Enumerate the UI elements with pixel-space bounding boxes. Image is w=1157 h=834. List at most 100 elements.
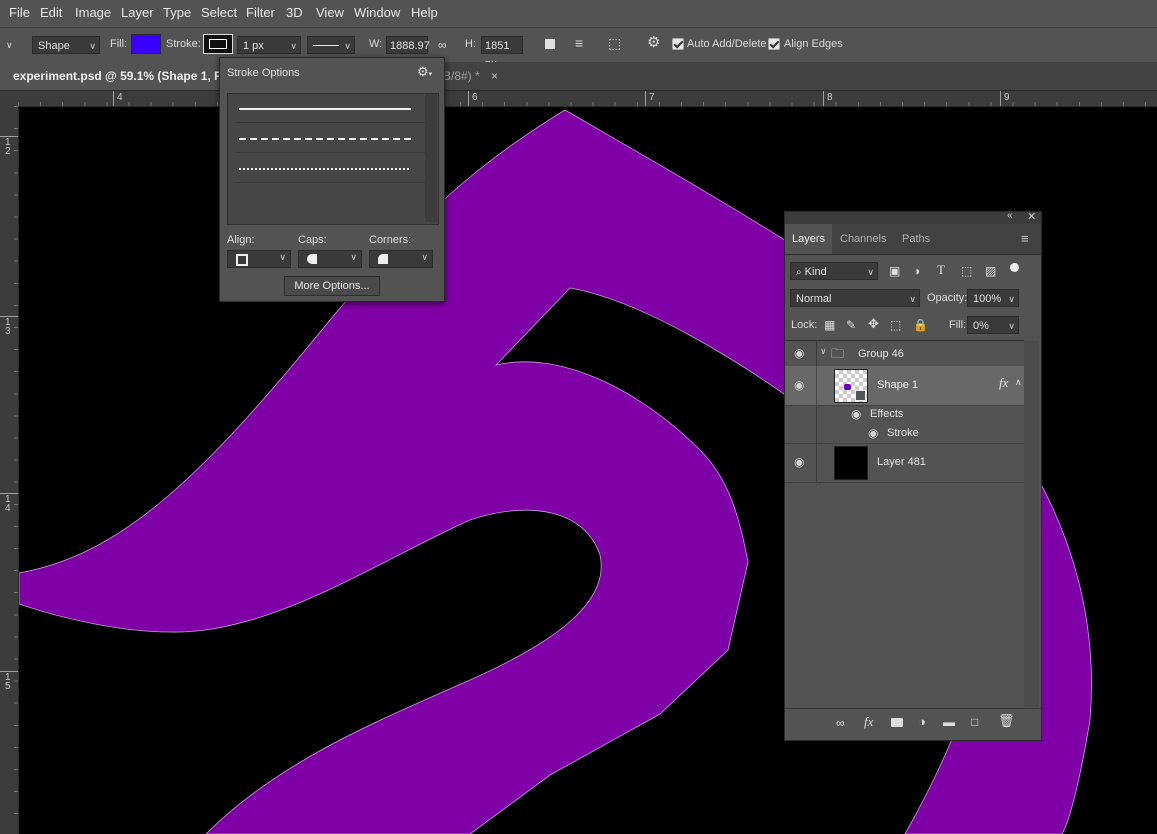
gear-icon[interactable]: ⚙ xyxy=(647,35,660,51)
ruler-label: 6 xyxy=(472,92,478,103)
horizontal-ruler[interactable]: 4 5 6 7 8 9 xyxy=(18,91,1157,107)
layer-filter-select[interactable]: ⌕ Kind ∨ xyxy=(790,262,878,280)
link-icon[interactable]: ∞ xyxy=(438,37,447,53)
filter-shape-icon[interactable]: ⬚ xyxy=(961,263,972,279)
layer-thumbnail xyxy=(834,446,868,480)
menu-3d[interactable]: 3D xyxy=(286,5,303,20)
solid-line-icon xyxy=(313,45,339,46)
link-layers-icon[interactable]: ∞ xyxy=(836,715,845,731)
chevron-down-icon: ∨ xyxy=(89,41,96,51)
stroke-presets-scrollbar[interactable] xyxy=(425,94,437,222)
more-options-button[interactable]: More Options... xyxy=(284,276,380,296)
filter-adjustment-icon[interactable]: ◑ xyxy=(913,263,920,279)
new-adjustment-layer-icon[interactable]: ◑ xyxy=(918,714,926,730)
opacity-label: Opacity: xyxy=(927,292,968,304)
corners-select[interactable]: ∨ xyxy=(369,250,433,268)
opacity-field[interactable]: 100% ∨ xyxy=(967,289,1019,307)
align-inside-icon xyxy=(236,254,248,266)
visibility-eye-icon[interactable]: ◉ xyxy=(868,426,878,440)
close-tab-icon[interactable]: × xyxy=(491,69,498,83)
stroke-options-popup: Stroke Options ⚙▾ Align: Caps: Corners: … xyxy=(219,57,445,302)
filter-type-icon[interactable]: T xyxy=(937,262,945,278)
menu-select[interactable]: Select xyxy=(201,5,237,20)
delete-layer-icon[interactable]: 🗑 xyxy=(998,713,1015,729)
lock-pixels-icon[interactable]: ✎ xyxy=(846,317,856,333)
ruler-origin[interactable] xyxy=(0,91,19,107)
menu-layer[interactable]: Layer xyxy=(121,5,154,20)
stroke-width-field[interactable]: 1 px ∨ xyxy=(237,36,301,54)
add-layer-style-icon[interactable]: fx xyxy=(864,714,873,730)
layer-row-shape[interactable]: ◉ Shape 1 fx ∧ xyxy=(785,366,1024,406)
height-label: H: xyxy=(465,38,476,50)
visibility-eye-icon[interactable]: ◉ xyxy=(794,455,804,469)
menu-view[interactable]: View xyxy=(316,5,344,20)
visibility-eye-icon[interactable]: ◉ xyxy=(851,407,861,421)
visibility-eye-icon[interactable]: ◉ xyxy=(794,346,804,360)
lock-all-icon[interactable]: 🔒 xyxy=(913,317,928,333)
visibility-eye-icon[interactable]: ◉ xyxy=(794,378,804,392)
panel-menu-icon[interactable]: ≡ xyxy=(1021,231,1029,246)
tab-paths[interactable]: Paths xyxy=(902,224,930,254)
tool-preset-chevron-icon[interactable]: ∨ xyxy=(6,37,13,53)
close-icon[interactable]: ✕ xyxy=(1027,210,1036,223)
gear-icon[interactable]: ⚙▾ xyxy=(417,64,432,80)
collapse-panel-icon[interactable]: « xyxy=(1007,210,1013,221)
auto-add-delete-checkbox[interactable] xyxy=(672,38,684,50)
path-operations-icon[interactable] xyxy=(545,39,555,49)
path-arrangement-icon[interactable]: ⬚ xyxy=(608,35,621,51)
tab-experiment[interactable]: experiment.psd @ 59.1% (Shape 1, RGB, xyxy=(0,62,220,90)
tab-channels[interactable]: Channels xyxy=(840,224,886,254)
align-edges-checkbox[interactable] xyxy=(768,38,780,50)
chevron-down-icon: ∨ xyxy=(344,41,351,51)
lock-transparent-icon[interactable]: ▦ xyxy=(824,317,835,333)
fill-swatch[interactable] xyxy=(131,34,161,54)
stroke-preset-dashed[interactable] xyxy=(236,124,426,153)
lock-artboard-icon[interactable]: ⬚ xyxy=(890,317,901,333)
stroke-label: Stroke: xyxy=(166,38,201,50)
filter-toggle-icon[interactable] xyxy=(1010,263,1019,272)
layer-effects-icon[interactable]: fx xyxy=(999,375,1008,391)
vertical-ruler[interactable]: 1 2 1 3 1 4 1 5 xyxy=(0,106,19,834)
menu-image[interactable]: Image xyxy=(75,5,111,20)
stroke-type-select[interactable]: ∨ xyxy=(307,36,355,54)
menu-help[interactable]: Help xyxy=(411,5,438,20)
new-layer-icon[interactable]: □ xyxy=(971,714,978,730)
layer-row-481[interactable]: ◉ Layer 481 xyxy=(785,443,1024,483)
menu-window[interactable]: Window xyxy=(354,5,400,20)
tab-layers[interactable]: Layers xyxy=(785,224,832,254)
path-alignment-icon[interactable]: ≡ xyxy=(575,35,583,51)
layer-list-scrollbar[interactable] xyxy=(1024,341,1039,707)
caps-select[interactable]: ∨ xyxy=(298,250,362,268)
fill-label: Fill: xyxy=(110,38,128,50)
fill-field[interactable]: 0% ∨ xyxy=(967,316,1019,334)
blend-mode-select[interactable]: Normal ∨ xyxy=(790,289,920,307)
width-field[interactable]: 1888.97 xyxy=(386,36,430,54)
stroke-preset-solid[interactable] xyxy=(236,94,426,123)
ruler-label: 4 xyxy=(117,92,123,103)
new-group-icon[interactable]: ▬ xyxy=(943,714,955,730)
chevron-down-icon: ∨ xyxy=(909,294,916,304)
stroke-preset-dotted[interactable] xyxy=(236,154,426,183)
menu-filter[interactable]: Filter xyxy=(246,5,275,20)
layer-row-group[interactable]: ◉ ∨ 🗀 Group 46 xyxy=(785,341,1024,367)
menu-edit[interactable]: Edit xyxy=(40,5,62,20)
lock-label: Lock: xyxy=(791,319,818,331)
chevron-down-icon: ∨ xyxy=(279,252,286,262)
stroke-effect-row[interactable]: ◉ Stroke xyxy=(785,424,1024,444)
effects-row[interactable]: ◉ Effects xyxy=(785,405,1024,443)
shape-layer-badge-icon xyxy=(855,390,866,401)
filter-smart-object-icon[interactable]: ▨ xyxy=(985,263,996,279)
stroke-swatch[interactable] xyxy=(203,34,233,54)
chevron-up-icon[interactable]: ∧ xyxy=(1015,377,1022,388)
align-select[interactable]: ∨ xyxy=(227,250,291,268)
tab-other-document[interactable]: B/8#) * × xyxy=(443,62,505,90)
shape-mode-select[interactable]: Shape ∨ xyxy=(32,36,100,54)
menu-file[interactable]: File xyxy=(9,5,30,20)
panel-header-bar[interactable]: « ✕ xyxy=(785,210,1041,224)
menu-type[interactable]: Type xyxy=(163,5,191,20)
filter-pixel-icon[interactable]: ▣ xyxy=(889,263,900,279)
height-field[interactable]: 1851 px xyxy=(481,36,523,70)
lock-position-icon[interactable]: ✥ xyxy=(868,316,879,332)
add-mask-icon[interactable] xyxy=(891,718,903,727)
chevron-down-icon[interactable]: ∨ xyxy=(820,346,827,357)
